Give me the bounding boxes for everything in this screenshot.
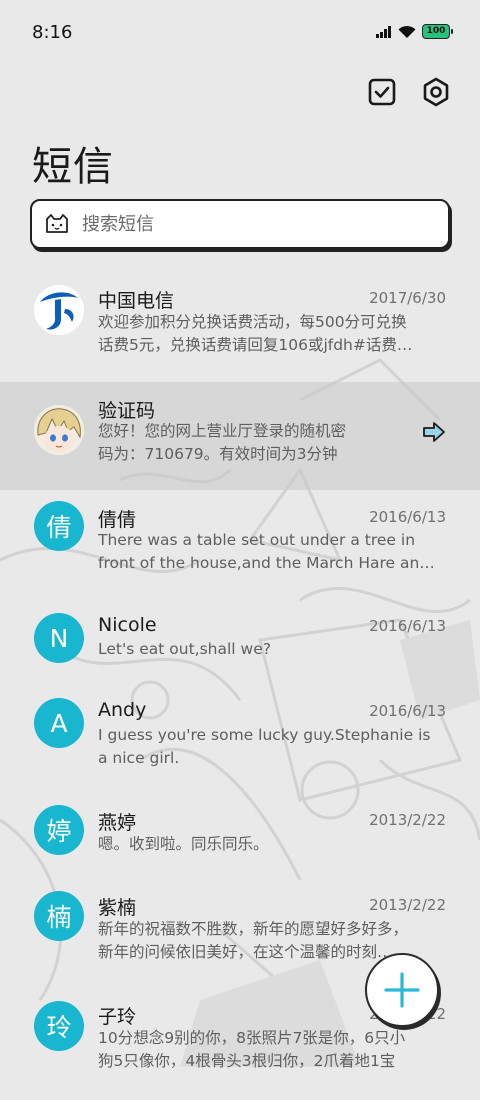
contact-name: 紫楠 — [98, 897, 137, 919]
status-time: 8:16 — [32, 22, 73, 43]
letter-avatar: 楠 — [34, 891, 84, 941]
wifi-icon — [398, 25, 416, 38]
letter-avatar: A — [34, 698, 84, 748]
letter-avatar: 婷 — [34, 805, 84, 855]
conversation-item[interactable]: A Andy 2016/6/13 I guess you're some luc… — [0, 688, 480, 796]
search-cat-icon — [46, 214, 68, 233]
preview-line: There was a table set out under a tree i… — [98, 531, 416, 549]
share-arrow-icon[interactable] — [422, 421, 446, 443]
conversation-item[interactable]: 婷 燕婷 2013/2/22 嗯。收到啦。同乐同乐。 — [0, 796, 480, 882]
message-preview: There was a table set out under a tree i… — [98, 529, 444, 575]
telecom-logo-icon — [35, 286, 83, 334]
signal-icon — [376, 25, 391, 38]
search-input[interactable] — [80, 212, 424, 236]
letter-avatar: N — [34, 613, 84, 663]
select-button[interactable] — [366, 76, 398, 108]
message-preview: 您好！您的网上营业厅登录的随机密 码为：710679。有效时间为3分钟 — [98, 420, 398, 466]
preview-line: 新年的祝福数不胜数，新年的愿望好多好多， — [98, 920, 409, 938]
status-icons: 100 — [376, 24, 453, 39]
message-date: 2013/2/22 — [369, 811, 446, 829]
settings-button[interactable] — [420, 76, 452, 108]
conversation-item[interactable]: 中国电信 2017/6/30 欢迎参加积分兑换话费活动，每500分可兑换 话费5… — [0, 272, 480, 382]
plus-icon — [384, 972, 420, 1008]
preview-line: 10分想念9别的你，8张照片7张是你，6只小 — [98, 1029, 406, 1047]
status-bar: 8:16 100 — [0, 0, 480, 64]
message-preview: 嗯。收到啦。同乐同乐。 — [98, 833, 444, 856]
message-date: 2017/6/30 — [369, 289, 446, 307]
settings-icon — [423, 77, 449, 107]
preview-line: front of the house,and the March Hare an… — [98, 554, 435, 572]
message-date: 2013/2/22 — [369, 896, 446, 914]
conversation-item[interactable]: N Nicole 2016/6/13 Let's eat out,shall w… — [0, 602, 480, 688]
page-title: 短信 — [32, 144, 114, 190]
telecom-logo-avatar — [34, 285, 84, 335]
top-toolbar — [366, 76, 452, 108]
preview-line: 话费5元，兑换话费请回复106或jfdh#话费… — [98, 336, 413, 354]
message-preview: 欢迎参加积分兑换话费活动，每500分可兑换 话费5元，兑换话费请回复106或jf… — [98, 311, 444, 357]
message-preview: I guess you're some lucky guy.Stephanie … — [98, 724, 444, 770]
preview-line: Let's eat out,shall we? — [98, 640, 271, 658]
message-date: 2016/6/13 — [369, 508, 446, 526]
letter-avatar: 玲 — [34, 1001, 84, 1051]
contact-name: 燕婷 — [98, 812, 137, 834]
search-bar[interactable] — [30, 199, 450, 249]
preview-line: 狗5只像你，4根骨头3根归你，2爪着地1宝 — [98, 1052, 396, 1070]
preview-line: a nice girl. — [98, 749, 180, 767]
preview-line: 您好！您的网上营业厅登录的随机密 — [98, 422, 347, 440]
message-date: 2016/6/13 — [369, 702, 446, 720]
message-preview: 10分想念9别的你，8张照片7张是你，6只小 狗5只像你，4根骨头3根归你，2爪… — [98, 1027, 444, 1073]
contact-name: Andy — [98, 699, 147, 721]
preview-line: 码为：710679。有效时间为3分钟 — [98, 445, 338, 463]
new-message-button[interactable] — [365, 953, 439, 1027]
contact-name: 中国电信 — [98, 290, 175, 312]
anime-avatar — [34, 405, 84, 455]
preview-line: 欢迎参加积分兑换话费活动，每500分可兑换 — [98, 313, 407, 331]
message-preview: Let's eat out,shall we? — [98, 638, 444, 661]
contact-name: Nicole — [98, 614, 157, 636]
letter-avatar: 倩 — [34, 501, 84, 551]
conversation-item[interactable]: 倩 倩倩 2016/6/13 There was a table set out… — [0, 492, 480, 600]
anime-avatar-icon — [34, 405, 84, 455]
contact-name: 倩倩 — [98, 509, 137, 531]
checkbox-icon — [368, 78, 396, 106]
contact-name: 验证码 — [98, 400, 156, 422]
contact-name: 子玲 — [98, 1006, 137, 1028]
message-date: 2016/6/13 — [369, 617, 446, 635]
battery-icon: 100 — [422, 24, 453, 39]
preview-line: 嗯。收到啦。同乐同乐。 — [98, 835, 269, 853]
conversation-item[interactable]: 验证码 您好！您的网上营业厅登录的随机密 码为：710679。有效时间为3分钟 — [0, 382, 480, 490]
preview-line: I guess you're some lucky guy.Stephanie … — [98, 726, 431, 744]
